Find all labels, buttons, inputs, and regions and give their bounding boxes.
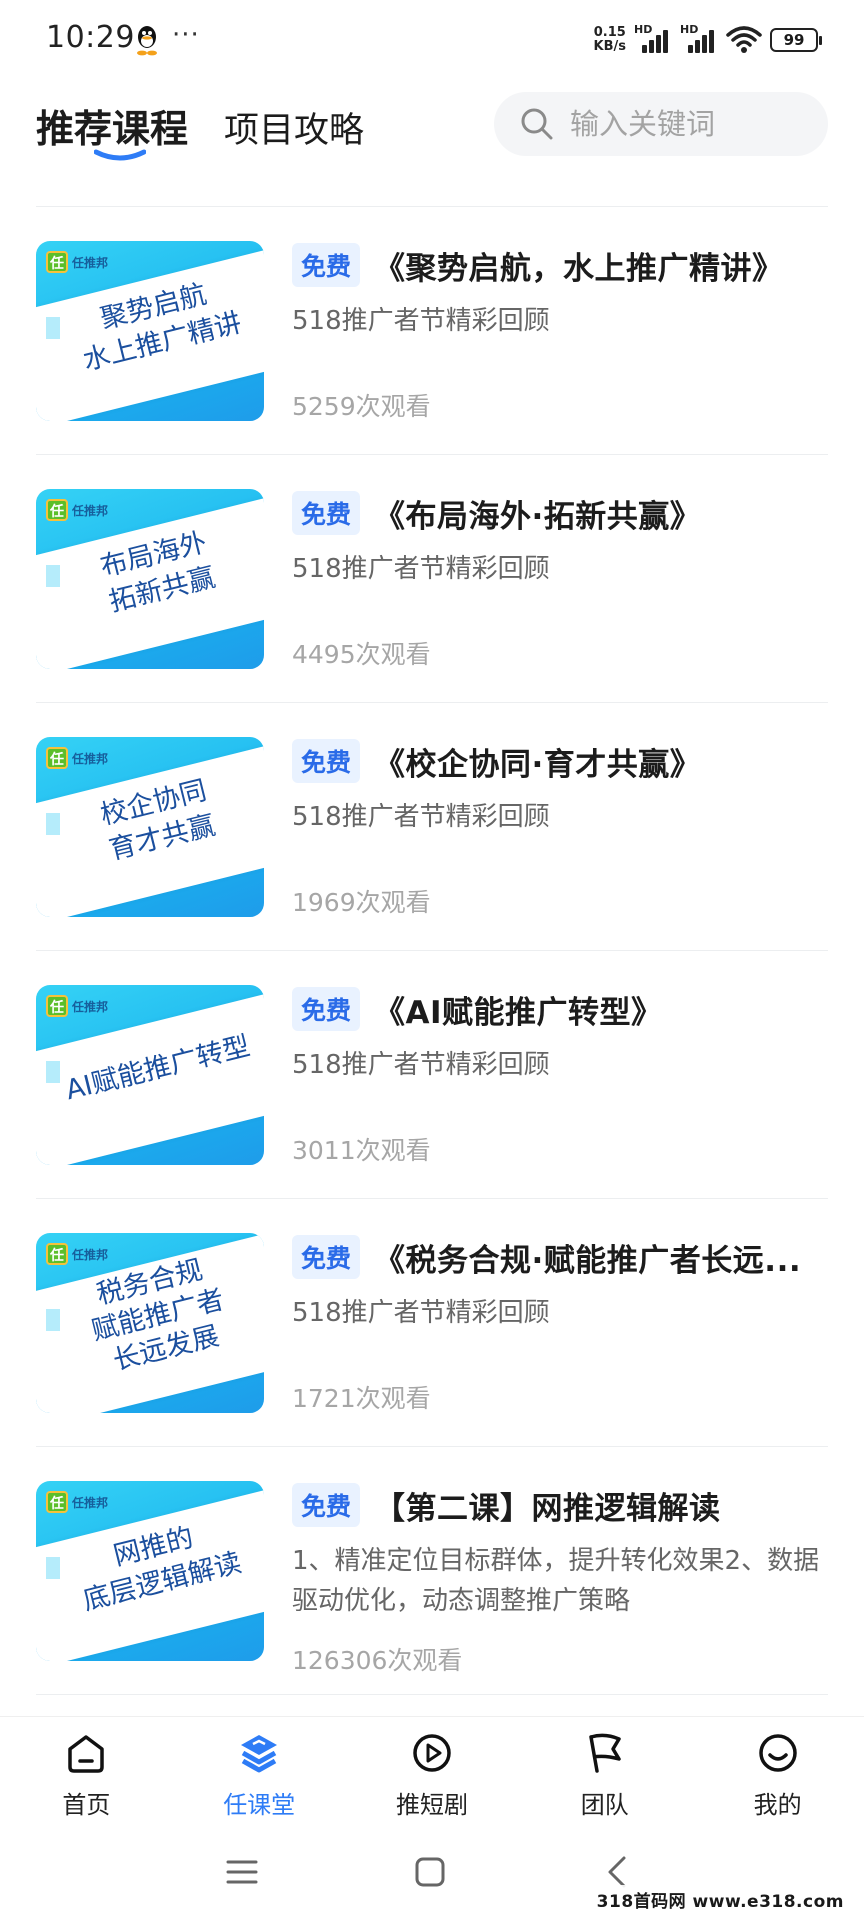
course-item[interactable]: 任任推邦 税务合规 赋能推广者 长远发展 免费 《税务合规·赋能推广者长远... 5… xyxy=(36,1199,828,1447)
signal-icon-1: HD xyxy=(634,23,672,55)
view-count: 1969次观看 xyxy=(292,888,431,917)
brand-logo-text: 任推邦 xyxy=(72,1495,109,1510)
network-speed: 0.15 KB/s xyxy=(594,26,626,54)
brand-logo-text: 任推邦 xyxy=(72,751,109,766)
course-thumbnail: 任任推邦 布局海外 拓新共赢 xyxy=(36,489,264,669)
brand-logo-badge: 任 xyxy=(46,995,68,1017)
course-item[interactable]: 任任推邦 布局海外 拓新共赢 免费 《布局海外·拓新共赢》 518推广者节精彩回顾… xyxy=(36,455,828,703)
search-icon xyxy=(521,108,553,140)
flag-icon xyxy=(589,1733,621,1773)
nav-label: 团队 xyxy=(580,1791,629,1819)
brand-logo-text: 任推邦 xyxy=(72,503,109,518)
nav-label: 任课堂 xyxy=(223,1791,296,1819)
view-count: 4495次观看 xyxy=(292,640,431,669)
brand-logo-badge: 任 xyxy=(46,499,68,521)
battery-icon: 99 xyxy=(770,28,822,52)
brand-logo: 任任推邦 xyxy=(46,995,108,1017)
nav-short-drama[interactable]: 推短剧 xyxy=(346,1717,519,1828)
signal-icon-2: HD xyxy=(680,23,718,55)
watermark: 318首码网 www.e318.com xyxy=(590,1885,850,1914)
top-tabs: 推荐课程 项目攻略 xyxy=(36,92,400,172)
brand-logo: 任任推邦 xyxy=(46,499,108,521)
brand-logo-badge: 任 xyxy=(46,251,68,273)
nav-label: 我的 xyxy=(753,1791,802,1819)
menu-icon[interactable] xyxy=(222,1852,262,1892)
course-thumbnail: 任任推邦 网推的 底层逻辑解读 xyxy=(36,1481,264,1661)
free-tag: 免费 xyxy=(292,1483,361,1527)
status-bar: 10:29 ··· 0.15 KB/s HD HD 99 xyxy=(0,0,864,80)
brand-logo: 任任推邦 xyxy=(46,1491,108,1513)
course-thumbnail: 任任推邦 校企协同 育才共赢 xyxy=(36,737,264,917)
course-subtitle: 518推广者节精彩回顾 xyxy=(292,1050,550,1080)
course-subtitle: 518推广者节精彩回顾 xyxy=(292,554,550,584)
course-subtitle: 1、精准定位目标群体，提升转化效果2、数据驱动优化，动态调整推广策略 xyxy=(292,1546,820,1616)
tab-recommended-courses[interactable]: 推荐课程 xyxy=(36,92,188,153)
status-time: 10:29 xyxy=(46,20,135,55)
network-speed-value: 0.15 xyxy=(593,25,626,40)
course-subtitle: 518推广者节精彩回顾 xyxy=(292,1298,550,1328)
course-thumbnail: 任任推邦 AI赋能推广转型 xyxy=(36,985,264,1165)
view-count: 5259次观看 xyxy=(292,392,431,421)
free-tag: 免费 xyxy=(292,491,361,535)
course-title: 《校企协同·育才共赢》 xyxy=(374,746,702,783)
active-tab-indicator xyxy=(94,149,146,161)
course-title: 【第二课】网推逻辑解读 xyxy=(374,1490,721,1527)
course-item[interactable]: 任任推邦 校企协同 育才共赢 免费 《校企协同·育才共赢》 518推广者节精彩回顾… xyxy=(36,703,828,951)
brand-logo-badge: 任 xyxy=(46,747,68,769)
free-tag: 免费 xyxy=(292,243,361,287)
brand-logo-text: 任推邦 xyxy=(72,999,109,1014)
search-input[interactable] xyxy=(570,107,810,141)
course-thumbnail: 任任推邦 聚势启航 水上推广精讲 xyxy=(36,241,264,421)
hd-label: HD xyxy=(680,23,699,36)
nav-label: 首页 xyxy=(62,1791,111,1819)
course-list: 任任推邦 聚势启航 水上推广精讲 免费 《聚势启航，水上推广精讲》 518推广者节… xyxy=(36,207,828,1695)
brand-logo-text: 任推邦 xyxy=(72,255,109,270)
course-subtitle: 518推广者节精彩回顾 xyxy=(292,306,550,336)
nav-mine[interactable]: 我的 xyxy=(691,1717,864,1828)
course-item[interactable]: 任任推邦 聚势启航 水上推广精讲 免费 《聚势启航，水上推广精讲》 518推广者节… xyxy=(36,207,828,455)
course-title: 《AI赋能推广转型》 xyxy=(374,994,663,1031)
course-title: 《税务合规·赋能推广者长远... xyxy=(374,1242,802,1279)
search-bar[interactable] xyxy=(494,92,828,156)
course-subtitle: 518推广者节精彩回顾 xyxy=(292,802,550,832)
home-icon xyxy=(68,1735,105,1773)
brand-logo-badge: 任 xyxy=(46,1491,68,1513)
hd-label: HD xyxy=(634,23,653,36)
home-square-icon[interactable] xyxy=(410,1852,450,1892)
free-tag: 免费 xyxy=(292,1235,361,1279)
qq-icon xyxy=(137,26,157,56)
course-title: 《布局海外·拓新共赢》 xyxy=(374,498,702,535)
course-item[interactable]: 任任推邦 AI赋能推广转型 免费 《AI赋能推广转型》 518推广者节精彩回顾 … xyxy=(36,951,828,1199)
brand-logo: 任任推邦 xyxy=(46,1243,108,1265)
free-tag: 免费 xyxy=(292,987,361,1031)
view-count: 1721次观看 xyxy=(292,1384,431,1413)
view-count: 3011次观看 xyxy=(292,1136,431,1165)
bottom-navigation: 首页 任课堂 推短剧 团队 我的 xyxy=(0,1716,864,1828)
nav-course-hall[interactable]: 任课堂 xyxy=(173,1717,346,1828)
network-speed-unit: KB/s xyxy=(593,39,626,54)
smile-icon xyxy=(758,1734,797,1772)
tab-project-guides[interactable]: 项目攻略 xyxy=(224,92,364,153)
course-thumbnail: 任任推邦 税务合规 赋能推广者 长远发展 xyxy=(36,1233,264,1413)
brand-logo-text: 任推邦 xyxy=(72,1247,109,1262)
view-count: 126306次观看 xyxy=(292,1646,463,1675)
course-title: 《聚势启航，水上推广精讲》 xyxy=(374,250,784,287)
brand-logo-badge: 任 xyxy=(46,1243,68,1265)
nav-team[interactable]: 团队 xyxy=(518,1717,691,1828)
nav-home[interactable]: 首页 xyxy=(0,1717,173,1828)
free-tag: 免费 xyxy=(292,739,361,783)
status-indicators: 0.15 KB/s HD HD 99 xyxy=(594,22,822,58)
brand-logo: 任任推邦 xyxy=(46,747,108,769)
more-notifications-icon: ··· xyxy=(172,20,200,50)
wifi-icon xyxy=(726,26,762,53)
nav-label: 推短剧 xyxy=(395,1791,468,1819)
play-circle-icon xyxy=(413,1734,451,1772)
layers-icon xyxy=(241,1735,278,1773)
course-item[interactable]: 任任推邦 网推的 底层逻辑解读 免费 【第二课】网推逻辑解读 1、精准定位目标群体… xyxy=(36,1447,828,1695)
brand-logo: 任任推邦 xyxy=(46,251,108,273)
